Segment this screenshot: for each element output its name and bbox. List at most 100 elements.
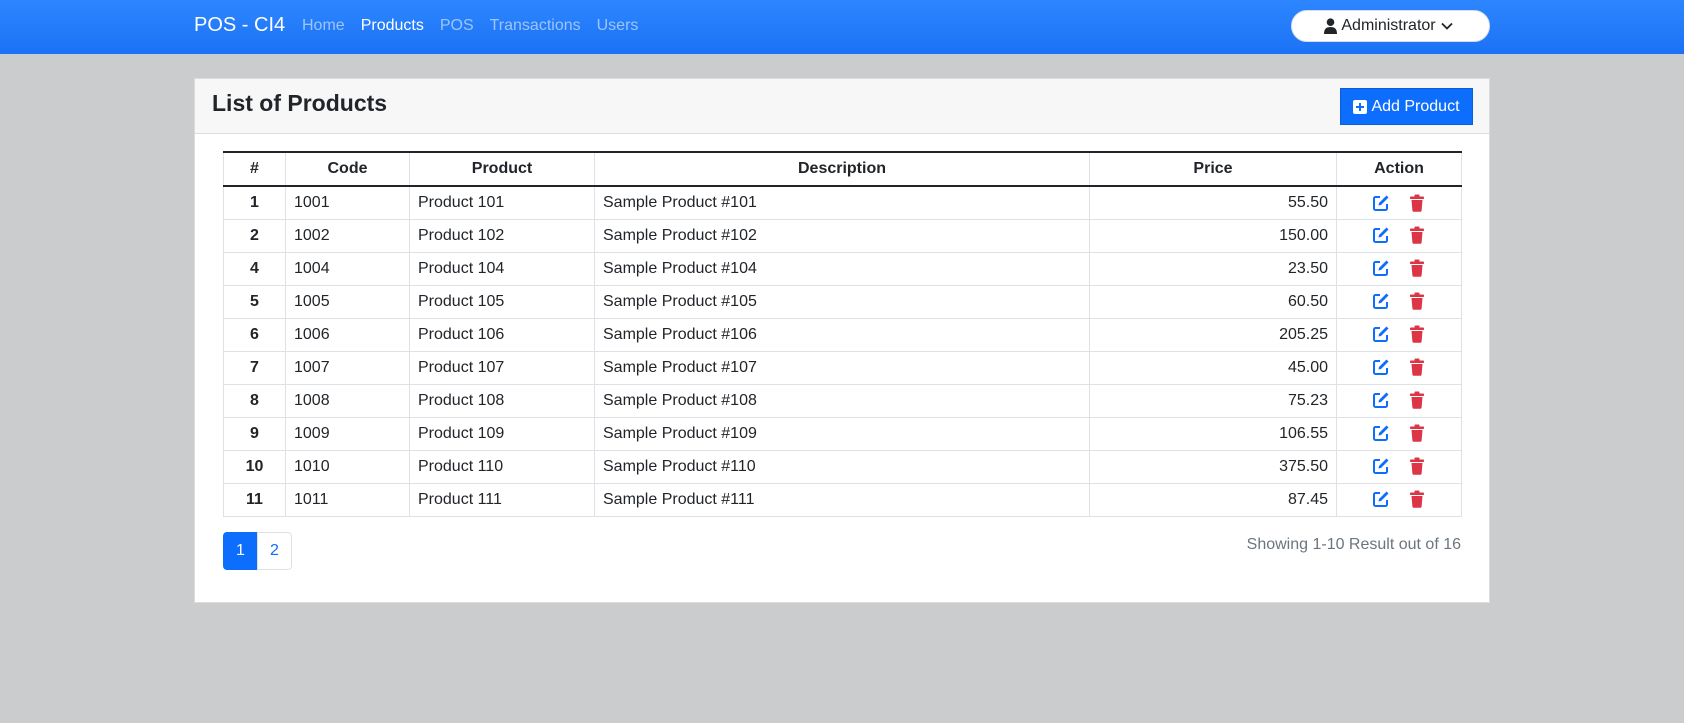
- edit-icon[interactable]: [1372, 292, 1390, 310]
- cell-price: 106.55: [1089, 416, 1337, 451]
- trash-icon[interactable]: [1408, 226, 1426, 245]
- trash-icon[interactable]: [1408, 358, 1426, 377]
- page-link-1[interactable]: 1: [223, 532, 258, 570]
- edit-icon[interactable]: [1372, 490, 1390, 508]
- nav-transactions[interactable]: Transactions: [490, 17, 581, 35]
- products-table: # Code Product Description Price Action …: [223, 151, 1462, 517]
- table-row: 10 1010 Product 110 Sample Product #110 375.…: [223, 449, 1462, 484]
- col-header-action: Action: [1336, 151, 1462, 187]
- trash-icon[interactable]: [1408, 292, 1426, 311]
- cell-code: 1005: [285, 284, 410, 319]
- trash-icon[interactable]: [1408, 424, 1426, 443]
- edit-icon[interactable]: [1372, 391, 1390, 409]
- table-row: 5 1005 Product 105 Sample Product #105 60.50: [223, 284, 1462, 319]
- nav-products[interactable]: Products: [361, 17, 424, 35]
- nav-users[interactable]: Users: [597, 17, 639, 35]
- table-row: 7 1007 Product 107 Sample Product #107 45.00: [223, 350, 1462, 385]
- cell-action: [1336, 482, 1462, 517]
- trash-icon[interactable]: [1408, 325, 1426, 344]
- cell-product: Product 105: [409, 284, 595, 319]
- table-row: 11 1011 Product 111 Sample Product #111 87.4…: [223, 482, 1462, 517]
- page-title: List of Products: [212, 90, 388, 116]
- edit-icon[interactable]: [1372, 424, 1390, 442]
- cell-action: [1336, 449, 1462, 484]
- trash-icon[interactable]: [1408, 490, 1426, 509]
- table-row: 1 1001 Product 101 Sample Product #101 55.50: [223, 185, 1462, 220]
- cell-action: [1336, 350, 1462, 385]
- cell-code: 1010: [285, 449, 410, 484]
- nav-pos[interactable]: POS: [440, 17, 474, 35]
- cell-action: [1336, 383, 1462, 418]
- table-row: 6 1006 Product 106 Sample Product #106 205.2…: [223, 317, 1462, 352]
- edit-icon[interactable]: [1372, 358, 1390, 376]
- cell-description: Sample Product #109: [594, 416, 1090, 451]
- cell-price: 60.50: [1089, 284, 1337, 319]
- cell-price: 23.50: [1089, 251, 1337, 286]
- cell-price: 55.50: [1089, 185, 1337, 220]
- edit-icon[interactable]: [1372, 194, 1390, 212]
- user-menu-button[interactable]: Administrator: [1291, 10, 1490, 42]
- cell-num: 6: [223, 317, 286, 352]
- plus-square-icon: [1353, 99, 1368, 114]
- cell-num: 11: [223, 482, 286, 517]
- trash-icon[interactable]: [1408, 194, 1426, 212]
- cell-price: 87.45: [1089, 482, 1337, 517]
- col-header-description: Description: [594, 151, 1090, 187]
- cell-num: 9: [223, 416, 286, 451]
- products-card: List of Products Add Product # Code Prod…: [194, 78, 1490, 603]
- results-summary: Showing 1-10 Result out of 16: [1246, 536, 1461, 553]
- trash-icon[interactable]: [1408, 457, 1426, 476]
- cell-product: Product 106: [409, 317, 595, 352]
- col-header-num: #: [223, 151, 286, 187]
- cell-description: Sample Product #111: [594, 482, 1090, 517]
- col-header-price: Price: [1089, 151, 1337, 187]
- products-table-wrap: # Code Product Description Price Action …: [223, 151, 1462, 517]
- edit-icon[interactable]: [1372, 457, 1390, 475]
- cell-price: 75.23: [1089, 383, 1337, 418]
- cell-product: Product 101: [409, 185, 595, 220]
- cell-description: Sample Product #108: [594, 383, 1090, 418]
- brand[interactable]: POS - CI4: [194, 14, 285, 37]
- cell-code: 1001: [285, 185, 410, 220]
- table-body: 1 1001 Product 101 Sample Product #101 55.50…: [223, 185, 1462, 517]
- cell-action: [1336, 251, 1462, 286]
- card-header: List of Products Add Product: [195, 79, 1489, 134]
- cell-product: Product 108: [409, 383, 595, 418]
- edit-icon[interactable]: [1372, 325, 1390, 343]
- page-link-2[interactable]: 2: [257, 532, 292, 570]
- pagination: 1 2: [223, 532, 292, 570]
- cell-code: 1007: [285, 350, 410, 385]
- cell-description: Sample Product #107: [594, 350, 1090, 385]
- chevron-down-icon: [1440, 22, 1453, 30]
- table-row: 8 1008 Product 108 Sample Product #108 75.23: [223, 383, 1462, 418]
- cell-price: 375.50: [1089, 449, 1337, 484]
- cell-num: 8: [223, 383, 286, 418]
- cell-action: [1336, 284, 1462, 319]
- col-header-code: Code: [285, 151, 410, 187]
- cell-action: [1336, 416, 1462, 451]
- cell-action: [1336, 218, 1462, 253]
- cell-product: Product 104: [409, 251, 595, 286]
- cell-num: 1: [223, 185, 286, 220]
- cell-product: Product 102: [409, 218, 595, 253]
- trash-icon[interactable]: [1408, 391, 1426, 410]
- cell-description: Sample Product #105: [594, 284, 1090, 319]
- nav-home[interactable]: Home: [302, 17, 345, 35]
- cell-code: 1008: [285, 383, 410, 418]
- trash-icon[interactable]: [1408, 259, 1426, 278]
- table-row: 2 1002 Product 102 Sample Product #102 150.0…: [223, 218, 1462, 253]
- table-header-row: # Code Product Description Price Action: [223, 151, 1462, 187]
- navbar: POS - CI4 Home Products POS Transactions…: [0, 0, 1684, 54]
- cell-code: 1002: [285, 218, 410, 253]
- cell-price: 205.25: [1089, 317, 1337, 352]
- cell-action: [1336, 317, 1462, 352]
- cell-num: 4: [223, 251, 286, 286]
- user-icon: [1324, 18, 1338, 34]
- cell-description: Sample Product #102: [594, 218, 1090, 253]
- cell-num: 7: [223, 350, 286, 385]
- cell-action: [1336, 185, 1462, 220]
- add-product-button[interactable]: Add Product: [1340, 88, 1473, 125]
- edit-icon[interactable]: [1372, 259, 1390, 277]
- edit-icon[interactable]: [1372, 226, 1390, 244]
- cell-num: 2: [223, 218, 286, 253]
